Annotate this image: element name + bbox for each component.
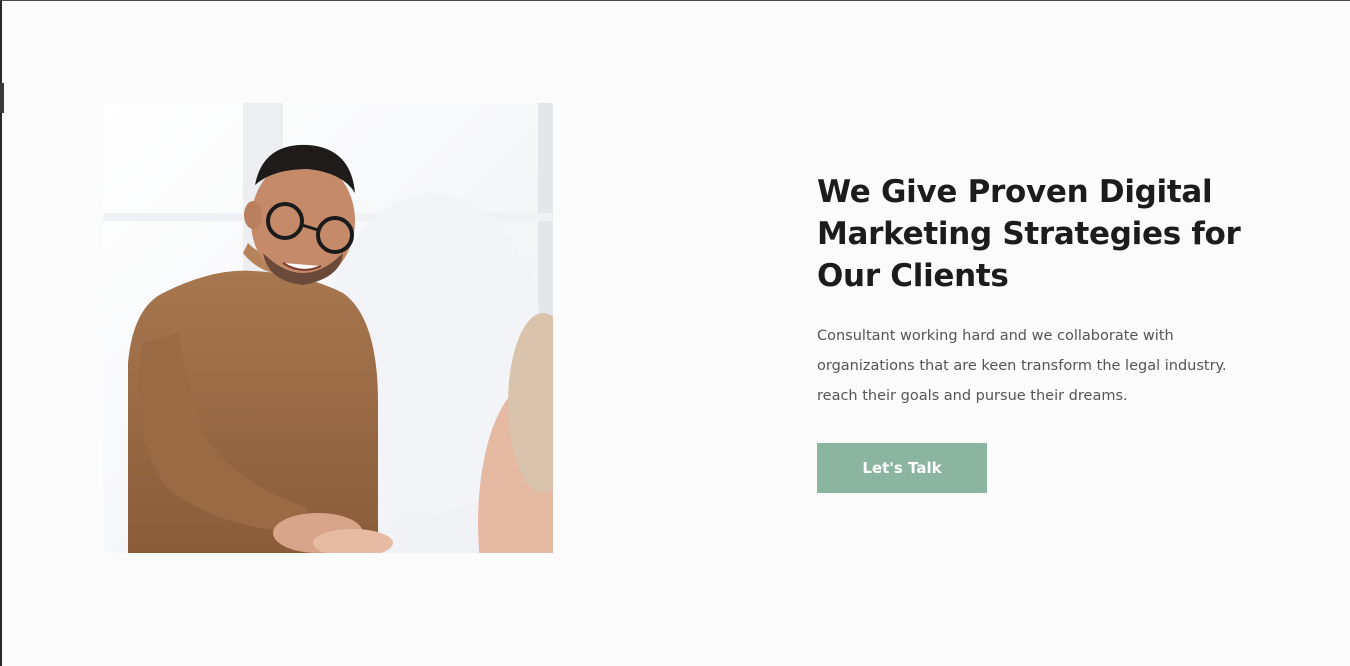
hero-headline: We Give Proven Digital Marketing Strateg… (817, 174, 1241, 294)
lets-talk-button[interactable]: Let's Talk (817, 443, 987, 493)
handshake-photo-illustration (103, 103, 553, 553)
hero-section: We Give Proven Digital Marketing Strateg… (0, 0, 1350, 666)
hero-content: We Give Proven Digital Marketing Strateg… (817, 171, 1267, 493)
hero-photo (103, 103, 553, 553)
hero-description: Consultant working hard and we collabora… (817, 328, 1227, 404)
window-edge-tab (0, 83, 4, 113)
